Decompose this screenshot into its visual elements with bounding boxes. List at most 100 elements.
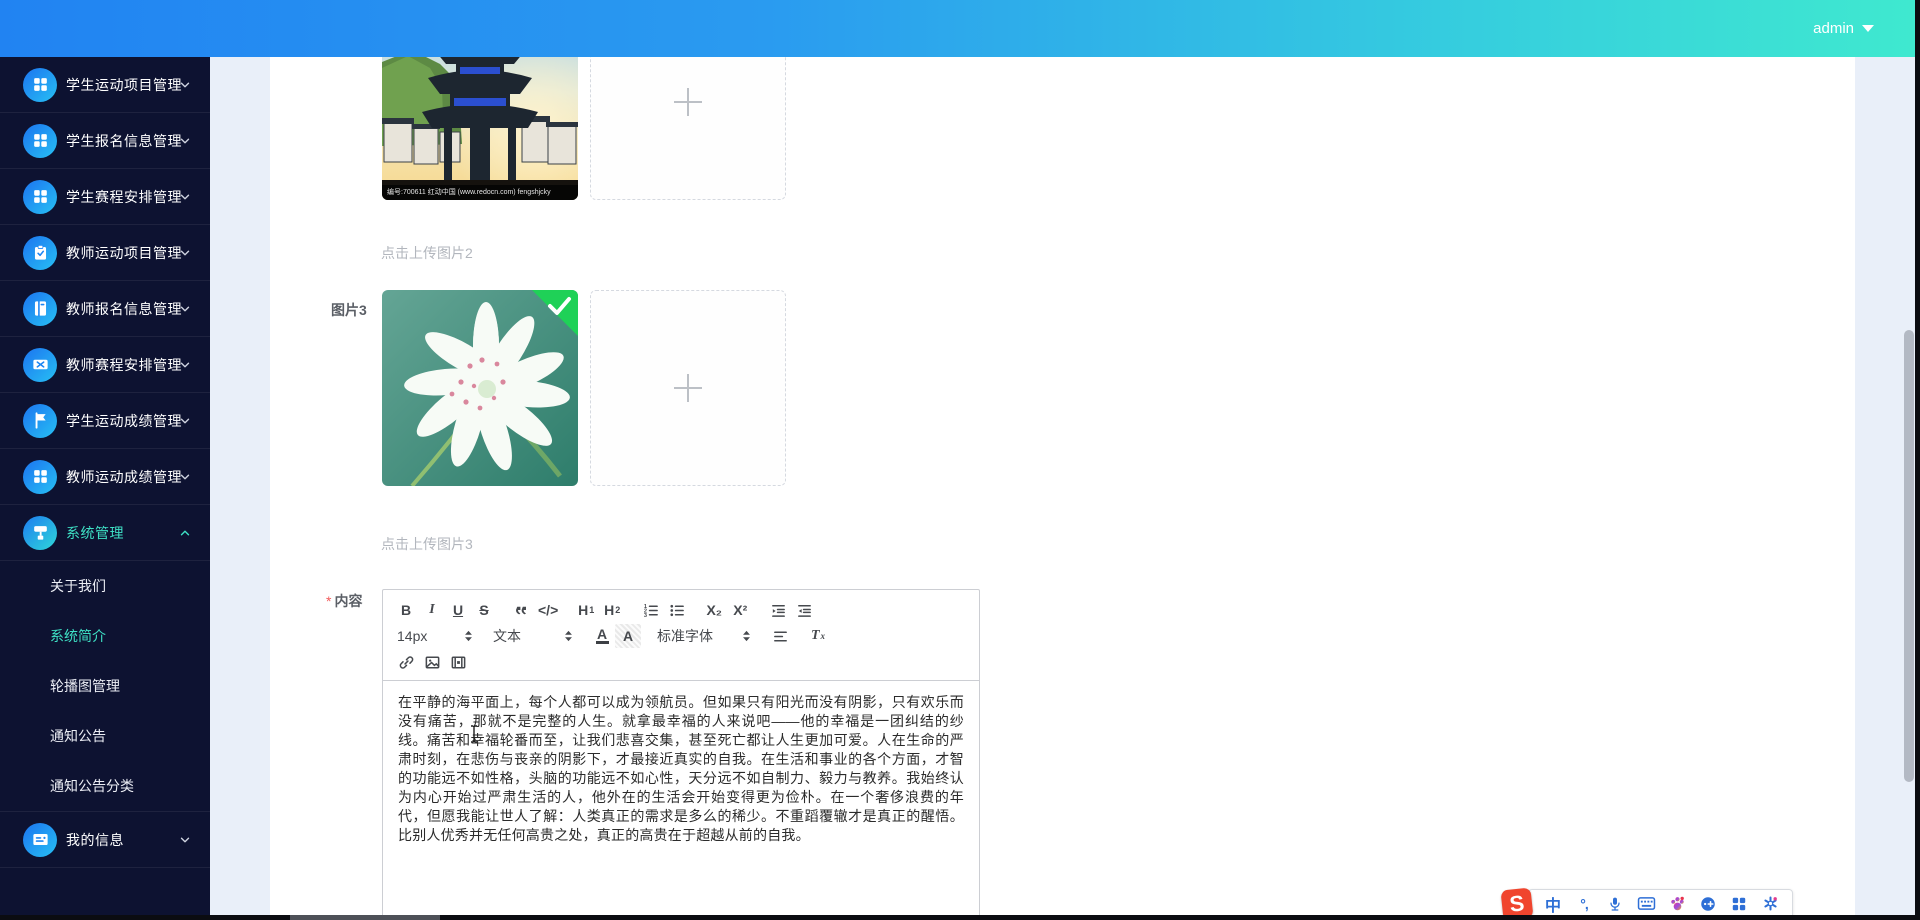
sidebar-item-label: 学生报名信息管理 xyxy=(66,132,182,149)
settings-gear-icon[interactable] xyxy=(1760,894,1780,914)
image-button[interactable] xyxy=(419,650,445,674)
caret-down-icon xyxy=(1862,25,1874,32)
sidebar-item-9[interactable]: 我的信息 xyxy=(0,812,210,868)
chevron-down-icon xyxy=(178,134,192,148)
ticket-icon xyxy=(23,347,57,382)
chevron-down-icon xyxy=(178,302,192,316)
clean-format-button[interactable]: Tx xyxy=(805,624,831,648)
top-header: admin xyxy=(0,0,1920,57)
chevron-down-icon xyxy=(178,78,192,92)
header-2-button[interactable]: H2 xyxy=(599,598,625,622)
upload-box-image2[interactable] xyxy=(590,57,786,200)
align-button[interactable] xyxy=(767,624,793,648)
image3-label: 图片3 xyxy=(331,302,367,318)
microphone-icon[interactable] xyxy=(1605,894,1625,914)
sidebar-submenu: 关于我们 系统简介 轮播图管理 通知公告 通知公告分类 xyxy=(0,561,210,812)
sidebar-item-label: 我的信息 xyxy=(66,831,124,848)
sidebar-subitem-3[interactable]: 通知公告 xyxy=(0,711,210,761)
keyboard-icon[interactable] xyxy=(1636,894,1656,914)
sidebar-item-label: 教师运动项目管理 xyxy=(66,244,182,261)
grid-icon xyxy=(23,459,57,494)
idcard-icon xyxy=(23,822,57,857)
screen-edge-right xyxy=(1915,0,1920,920)
grid-icon xyxy=(23,67,57,102)
chevron-down-icon xyxy=(178,833,192,847)
sidebar-item-label: 教师赛程安排管理 xyxy=(66,356,182,373)
svg-text:3: 3 xyxy=(644,612,647,618)
bold-button[interactable]: B xyxy=(393,598,419,622)
text-color-button[interactable]: A xyxy=(589,624,615,648)
font-family-select[interactable]: 标准字体 xyxy=(653,624,755,648)
chevron-down-icon xyxy=(178,358,192,372)
clipboard-icon xyxy=(23,235,57,270)
sidebar-item-8[interactable]: 系统管理 xyxy=(0,505,210,561)
grid-icon xyxy=(23,123,57,158)
font-size-select[interactable]: 14px xyxy=(393,624,477,648)
header-1-button[interactable]: H1 xyxy=(573,598,599,622)
sidebar-subitem-0[interactable]: 关于我们 xyxy=(0,561,210,611)
sidebar-item-3[interactable]: 教师运动项目管理 xyxy=(0,225,210,281)
underline-button[interactable]: U xyxy=(445,598,471,622)
upload-hint-3: 点击上传图片3 xyxy=(381,536,473,552)
scrollbar-thumb[interactable] xyxy=(1904,330,1914,782)
user-menu[interactable]: admin xyxy=(1813,0,1874,57)
ordered-list-button[interactable]: 123 xyxy=(637,598,663,622)
editor-content[interactable]: 在平静的海平面上，每个人都可以成为领航员。但如果只有阳光而没有阴影，只有欢乐而没… xyxy=(383,681,979,857)
sidebar-item-5[interactable]: 教师赛程安排管理 xyxy=(0,337,210,393)
subscript-button[interactable]: X₂ xyxy=(701,598,727,622)
flower-image xyxy=(382,290,578,486)
image3-thumbnail[interactable] xyxy=(382,290,578,486)
main-content: 编号:700611 红动中国 (www.redocn.com) fengshjc… xyxy=(210,57,1920,920)
editor-toolbar: B I U S </> H 1 H 2 1 2 3 X₂ X² 14px 文本 A A 标准字体 Tx xyxy=(383,590,979,681)
sidebar-item-label: 学生赛程安排管理 xyxy=(66,188,182,205)
strike-button[interactable]: S xyxy=(471,598,497,622)
superscript-button[interactable]: X² xyxy=(727,598,753,622)
italic-button[interactable]: I xyxy=(419,598,445,622)
ime-tray: 中 °, xyxy=(1528,888,1793,919)
indent-button[interactable] xyxy=(791,598,817,622)
app-window: admin 学生运动项目管理 学生报名信息管理 学生赛程安排管理 教师运动项目管理 教师… xyxy=(0,0,1920,920)
video-button[interactable] xyxy=(445,650,471,674)
link-button[interactable] xyxy=(393,650,419,674)
upload-box-image3[interactable] xyxy=(590,290,786,486)
outdent-button[interactable] xyxy=(765,598,791,622)
sidebar-item-label: 学生运动成绩管理 xyxy=(66,412,182,429)
image2-thumbnail[interactable]: 编号:700611 红动中国 (www.redocn.com) fengshjc… xyxy=(382,57,578,200)
image-watermark: 编号:700611 红动中国 (www.redocn.com) fengshjc… xyxy=(382,185,578,200)
background-color-button[interactable]: A xyxy=(615,624,641,648)
upload-hint-2: 点击上传图片2 xyxy=(381,245,473,261)
sidebar-item-4[interactable]: 教师报名信息管理 xyxy=(0,281,210,337)
toolbox-icon[interactable] xyxy=(1729,894,1749,914)
sidebar-item-1[interactable]: 学生报名信息管理 xyxy=(0,113,210,169)
sidebar-item-2[interactable]: 学生赛程安排管理 xyxy=(0,169,210,225)
code-block-button[interactable]: </> xyxy=(535,598,561,622)
content-label: * 内容 xyxy=(326,593,363,609)
sidebar-item-label: 系统管理 xyxy=(66,524,124,541)
plus-icon xyxy=(674,374,702,402)
sidebar-item-7[interactable]: 教师运动成绩管理 xyxy=(0,449,210,505)
paragraph-format-select[interactable]: 文本 xyxy=(489,624,577,648)
sidebar-item-label: 教师报名信息管理 xyxy=(66,300,182,317)
sidebar-item-0[interactable]: 学生运动项目管理 xyxy=(0,57,210,113)
sidebar-item-6[interactable]: 学生运动成绩管理 xyxy=(0,393,210,449)
sidebar-subitem-4[interactable]: 通知公告分类 xyxy=(0,761,210,811)
mouse-text-cursor xyxy=(469,725,479,748)
bullet-list-button[interactable] xyxy=(663,598,689,622)
chevron-down-icon xyxy=(178,470,192,484)
sidebar-subitem-2[interactable]: 轮播图管理 xyxy=(0,661,210,711)
chevron-up-icon xyxy=(178,526,192,540)
robot-icon[interactable] xyxy=(1698,894,1718,914)
screen-edge-bottom xyxy=(0,915,1920,920)
rich-text-editor: B I U S </> H 1 H 2 1 2 3 X₂ X² 14px 文本 A A 标准字体 Tx 在平静的海平面… xyxy=(382,589,980,920)
chinese-mode-icon[interactable]: 中 xyxy=(1543,894,1563,915)
sidebar-subitem-1[interactable]: 系统简介 xyxy=(0,611,210,661)
chevron-down-icon xyxy=(178,246,192,260)
punctuation-icon[interactable]: °, xyxy=(1574,894,1594,914)
form-card: 编号:700611 红动中国 (www.redocn.com) fengshjc… xyxy=(270,57,1855,920)
book-icon xyxy=(23,291,57,326)
chevron-down-icon xyxy=(178,414,192,428)
blockquote-button[interactable] xyxy=(509,598,535,622)
flag-icon xyxy=(23,403,57,438)
sidebar-item-label: 学生运动项目管理 xyxy=(66,76,182,93)
skin-paw-icon[interactable] xyxy=(1667,894,1687,914)
